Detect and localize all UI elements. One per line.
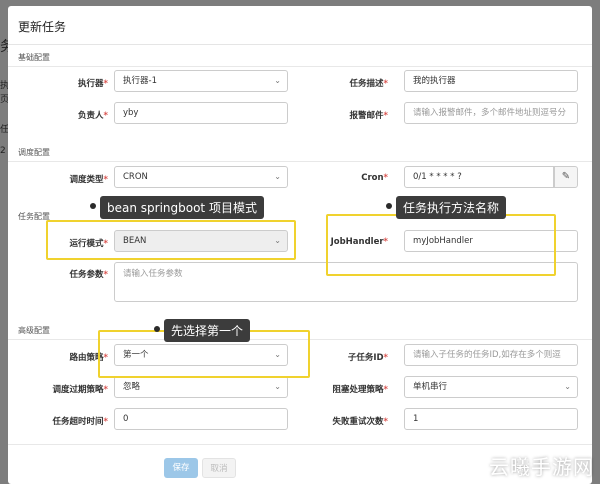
- schedule-type-select[interactable]: CRON ⌄: [114, 166, 288, 188]
- cron-input[interactable]: 0/1 * * * * ?: [404, 166, 554, 188]
- child-job-id-label: 子任务ID*: [347, 353, 388, 363]
- backdrop-text: 2: [0, 146, 6, 156]
- owner-input[interactable]: yby: [114, 102, 288, 124]
- alarm-email-input[interactable]: 请输入报警邮件，多个邮件地址则逗号分: [404, 102, 578, 124]
- alarm-email-label: 报警邮件*: [349, 111, 388, 121]
- chevron-down-icon: ⌄: [274, 172, 281, 181]
- description-input[interactable]: 我的执行器: [404, 70, 578, 92]
- route-strategy-label: 路由策略*: [69, 353, 108, 363]
- callout-job-handler: 任务执行方法名称: [396, 196, 507, 219]
- section-advanced: 高级配置: [18, 326, 50, 335]
- divider: [8, 161, 592, 162]
- executor-label: 执行器*: [78, 79, 108, 89]
- divider: [8, 66, 592, 67]
- cancel-button[interactable]: 取消: [202, 458, 236, 478]
- callout-bean-mode: bean springboot 项目模式: [100, 196, 264, 219]
- save-button[interactable]: 保存: [164, 458, 198, 478]
- highlight-box: [326, 214, 556, 276]
- description-label: 任务描述*: [349, 79, 388, 89]
- update-task-dialog: 更新任务 基础配置 执行器* 执行器-1 ⌄ 任务描述* 我的执行器 负责人* y…: [8, 6, 592, 484]
- retry-count-input[interactable]: 1: [404, 408, 578, 430]
- chevron-down-icon: ⌄: [274, 76, 281, 85]
- section-schedule: 调度配置: [18, 148, 50, 157]
- misfire-strategy-select[interactable]: 忽略 ⌄: [114, 376, 288, 398]
- callout-dot: [90, 203, 96, 209]
- block-strategy-label: 阻塞处理策略*: [332, 385, 388, 395]
- timeout-label: 任务超时时间*: [52, 417, 108, 427]
- callout-dot: [386, 203, 392, 209]
- retry-count-label: 失败重试次数*: [332, 417, 388, 427]
- child-job-id-input[interactable]: 请输入子任务的任务ID,如存在多个则逗: [404, 344, 578, 366]
- highlight-box: [46, 220, 296, 260]
- owner-label: 负责人*: [78, 111, 108, 121]
- divider: [8, 44, 592, 45]
- dialog-title: 更新任务: [18, 20, 67, 34]
- callout-route-strategy: 先选择第一个: [164, 319, 251, 342]
- misfire-strategy-label: 调度过期策略*: [52, 385, 108, 395]
- cron-label: Cron*: [361, 173, 388, 183]
- watermark-logo: 云曦手游网: [489, 455, 594, 479]
- section-basic: 基础配置: [18, 53, 50, 62]
- callout-dot: [154, 326, 160, 332]
- executor-select[interactable]: 执行器-1 ⌄: [114, 70, 288, 92]
- task-param-label: 任务参数*: [69, 270, 108, 280]
- chevron-down-icon: ⌄: [274, 382, 281, 391]
- divider: [8, 444, 592, 445]
- block-strategy-select[interactable]: 单机串行 ⌄: [404, 376, 578, 398]
- edit-icon[interactable]: ✎: [554, 166, 578, 188]
- schedule-type-label: 调度类型*: [69, 175, 108, 185]
- chevron-down-icon: ⌄: [564, 382, 571, 391]
- timeout-input[interactable]: 0: [114, 408, 288, 430]
